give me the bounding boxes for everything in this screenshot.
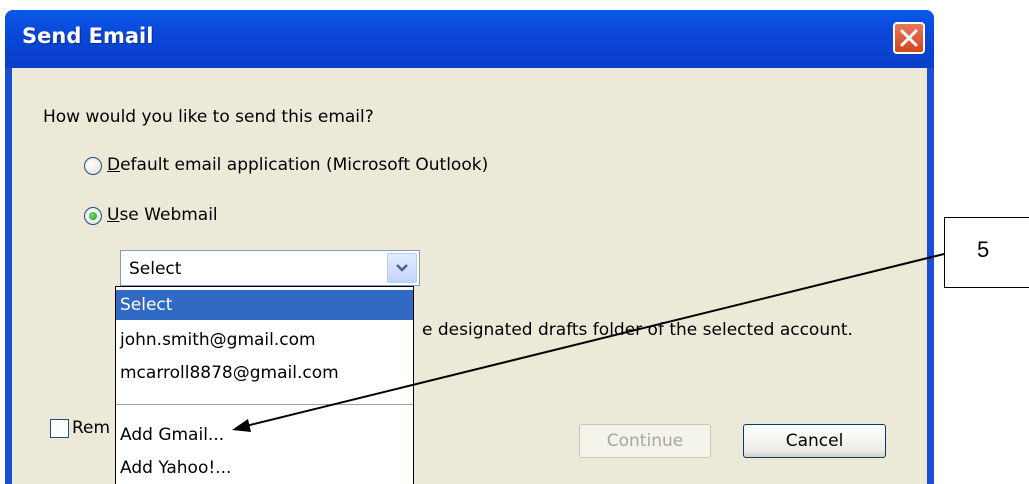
callout-arrow [232, 253, 945, 432]
